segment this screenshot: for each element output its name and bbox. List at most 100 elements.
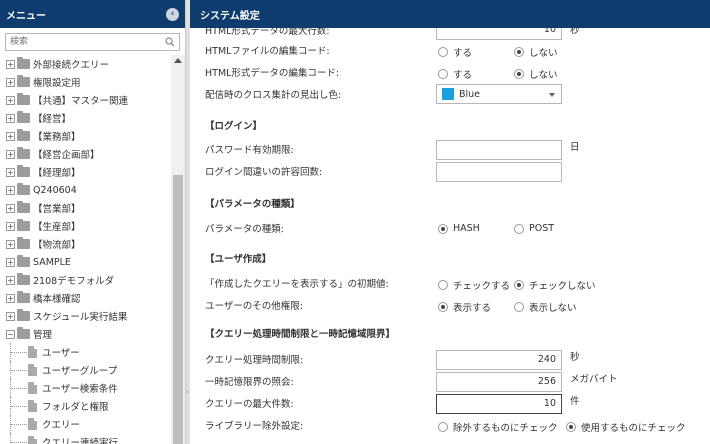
max-query-input[interactable]: 10: [436, 394, 562, 414]
password-expiry-unit: 日: [570, 142, 580, 153]
html-file-code-no[interactable]: しない: [514, 45, 558, 59]
tree-item-page[interactable]: フォルダと権限: [0, 397, 170, 415]
tree-item-label: 管理: [33, 330, 53, 341]
folder-icon: [17, 147, 30, 159]
search-icon[interactable]: [163, 35, 177, 49]
html-file-code-radios: する しない: [438, 45, 558, 59]
tree-item-folder[interactable]: + 外部接続クエリー: [0, 55, 170, 73]
initial-value-label: 「作成したクエリーを表示する」の初期値:: [205, 279, 389, 290]
expand-icon[interactable]: +: [6, 131, 15, 141]
other-perm-hide[interactable]: 表示しない: [514, 300, 577, 314]
expand-icon[interactable]: +: [6, 293, 15, 303]
initial-check[interactable]: チェックする: [438, 278, 514, 292]
html-file-code-yes[interactable]: する: [438, 45, 514, 59]
tree-item-folder[interactable]: − 管理: [0, 325, 170, 343]
query-limits-section-title: 【クエリー処理時間制限と一時記憶域限界】: [205, 329, 396, 340]
expand-icon[interactable]: +: [6, 167, 15, 177]
page-icon: [28, 400, 37, 412]
temp-limit-input[interactable]: 256: [436, 372, 562, 392]
tree-item-label: フォルダと権限: [42, 402, 109, 413]
tree-item-folder[interactable]: + 【共通】マスター関連: [0, 91, 170, 109]
folder-icon: [17, 237, 30, 249]
tree-item-folder[interactable]: +2108デモフォルダ: [0, 271, 170, 289]
tree-item-label: ユーザー: [42, 348, 80, 359]
tree-item-page[interactable]: クエリー連続実行: [0, 433, 170, 444]
folder-icon: [17, 291, 30, 303]
tree-item-folder[interactable]: + 【経理部】: [0, 163, 170, 181]
tree-item-label: Q240604: [33, 184, 77, 196]
html-data-code-label: HTML形式データの編集コード:: [205, 68, 340, 79]
expand-icon[interactable]: +: [6, 149, 15, 159]
folder-icon: [17, 327, 30, 339]
tree-item-label: ユーザー検索条件: [42, 384, 118, 395]
scroll-up-arrow-icon[interactable]: [174, 58, 182, 63]
temp-limit-unit: メガバイト: [570, 374, 618, 385]
expand-icon[interactable]: +: [6, 203, 15, 213]
tree-item-label: 【生産部】: [33, 222, 81, 233]
login-section-title: 【ログイン】: [205, 121, 263, 132]
tree-item-folder[interactable]: + 【経営企画部】: [0, 145, 170, 163]
expand-icon[interactable]: +: [6, 311, 15, 321]
sidebar-header: メニュー ‹: [0, 0, 185, 28]
max-rows-input[interactable]: 10: [436, 28, 562, 40]
sidebar: メニュー ‹ + 外部接続クエリー + 権限設定用 + 【共通】マスター関連 + 【経営】 + 【…: [0, 0, 186, 444]
html-data-code-yes[interactable]: する: [438, 67, 514, 81]
tree-item-folder[interactable]: + 【物流部】: [0, 235, 170, 253]
collapse-sidebar-button[interactable]: ‹: [166, 7, 179, 21]
tree-item-folder[interactable]: + SAMPLE: [0, 253, 170, 271]
tree-item-label: 【営業部】: [33, 204, 81, 215]
login-retry-input[interactable]: [436, 162, 562, 182]
page-icon: [28, 364, 37, 376]
tree-item-folder[interactable]: + Q240604: [0, 181, 170, 199]
expand-icon[interactable]: +: [6, 95, 15, 105]
tree-item-label: SAMPLE: [33, 256, 71, 268]
tree-item-page[interactable]: ユーザーグループ: [0, 361, 170, 379]
expand-icon[interactable]: +: [6, 77, 15, 87]
collapse-icon[interactable]: −: [6, 329, 15, 339]
expand-icon[interactable]: +: [6, 59, 15, 69]
other-perm-label: ユーザーのその他権限:: [205, 301, 304, 312]
expand-icon[interactable]: +: [6, 185, 15, 195]
other-perm-show[interactable]: 表示する: [438, 300, 514, 314]
expand-icon[interactable]: +: [6, 113, 15, 123]
folder-icon: [17, 201, 30, 213]
folder-icon: [17, 219, 30, 231]
tree-item-label: 外部接続クエリー: [33, 60, 110, 71]
query-time-input[interactable]: 240: [436, 350, 562, 370]
scroll-thumb[interactable]: [173, 175, 183, 444]
tree-item-folder[interactable]: + 【営業部】: [0, 199, 170, 217]
tree-item-page[interactable]: ユーザー検索条件: [0, 379, 170, 397]
param-type-post[interactable]: POST: [514, 223, 554, 234]
page-icon: [28, 382, 37, 394]
tree-item-page[interactable]: ユーザー: [0, 343, 170, 361]
tree-item-folder[interactable]: + スケジュール実行結果: [0, 307, 170, 325]
library-exclude-label: ライブラリー除外設定:: [205, 421, 304, 432]
tree-item-page[interactable]: クエリー: [0, 415, 170, 433]
initial-nocheck[interactable]: チェックしない: [514, 278, 596, 292]
tree-item-folder[interactable]: + 【業務部】: [0, 127, 170, 145]
library-exclude-option[interactable]: 除外するものにチェック: [438, 420, 566, 434]
tree-item-folder[interactable]: + 【生産部】: [0, 217, 170, 235]
tree-item-folder[interactable]: + 橋本様確認: [0, 289, 170, 307]
tree-item-label: クエリー連続実行: [42, 438, 119, 444]
max-rows-label: HTML形式データの最大行数:: [205, 28, 330, 37]
expand-icon[interactable]: +: [6, 239, 15, 249]
expand-icon[interactable]: +: [6, 275, 15, 285]
page-title: システム設定: [200, 10, 260, 22]
password-expiry-input[interactable]: [436, 140, 562, 160]
folder-icon: [17, 309, 30, 321]
expand-icon[interactable]: +: [6, 221, 15, 231]
menu-tree: + 外部接続クエリー + 権限設定用 + 【共通】マスター関連 + 【経営】 + 【業務部】 + 【経…: [0, 55, 170, 444]
expand-icon[interactable]: +: [6, 257, 15, 267]
sidebar-scrollbar[interactable]: [171, 55, 185, 444]
tree-item-folder[interactable]: + 権限設定用: [0, 73, 170, 91]
tree-item-folder[interactable]: + 【経営】: [0, 109, 170, 127]
main-header: システム設定: [190, 0, 710, 28]
param-type-hash[interactable]: HASH: [438, 223, 514, 234]
html-data-code-no[interactable]: しない: [514, 67, 558, 81]
search-input[interactable]: [6, 34, 163, 50]
cross-color-select[interactable]: Blue: [436, 84, 562, 104]
library-use-option[interactable]: 使用するものにチェック: [566, 420, 686, 434]
sidebar-search: [5, 33, 180, 51]
params-section-title: 【パラメータの種類】: [205, 199, 300, 210]
